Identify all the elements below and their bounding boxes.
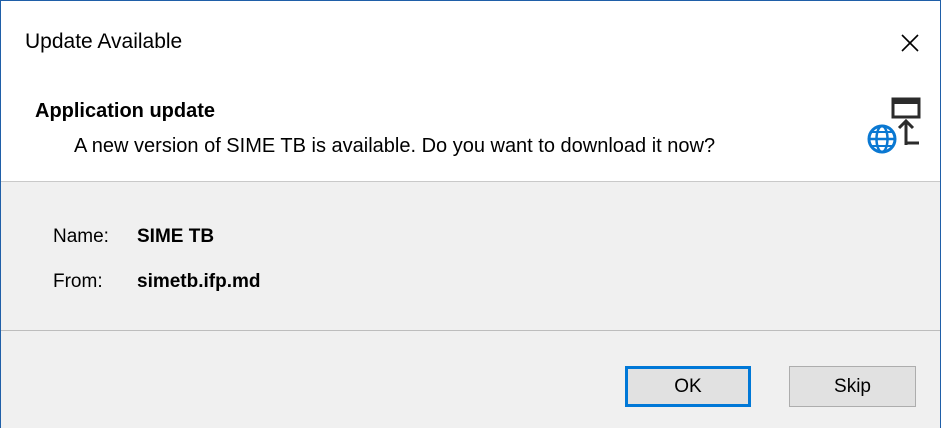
button-bar: OK Skip [1, 331, 940, 428]
title-bar: Update Available [1, 1, 940, 85]
update-dialog: Update Available Application update A ne… [0, 0, 941, 428]
name-label: Name: [53, 226, 109, 247]
name-row: Name: SIME TB [53, 227, 214, 246]
window-title: Update Available [25, 30, 183, 53]
header-title: Application update [35, 100, 215, 122]
header-message: A new version of SIME TB is available. D… [74, 135, 716, 157]
name-value: SIME TB [137, 226, 215, 247]
from-row: From: simetb.ifp.md [53, 272, 261, 291]
header-panel: Application update A new version of SIME… [1, 85, 940, 182]
details-panel: Name: SIME TB From: simetb.ifp.md [1, 182, 940, 331]
from-label: From: [53, 271, 103, 292]
globe-update-icon [867, 97, 921, 154]
skip-button[interactable]: Skip [789, 366, 916, 407]
from-value: simetb.ifp.md [137, 271, 261, 292]
close-icon [901, 34, 919, 52]
ok-button[interactable]: OK [625, 366, 751, 407]
close-button[interactable] [880, 1, 940, 85]
